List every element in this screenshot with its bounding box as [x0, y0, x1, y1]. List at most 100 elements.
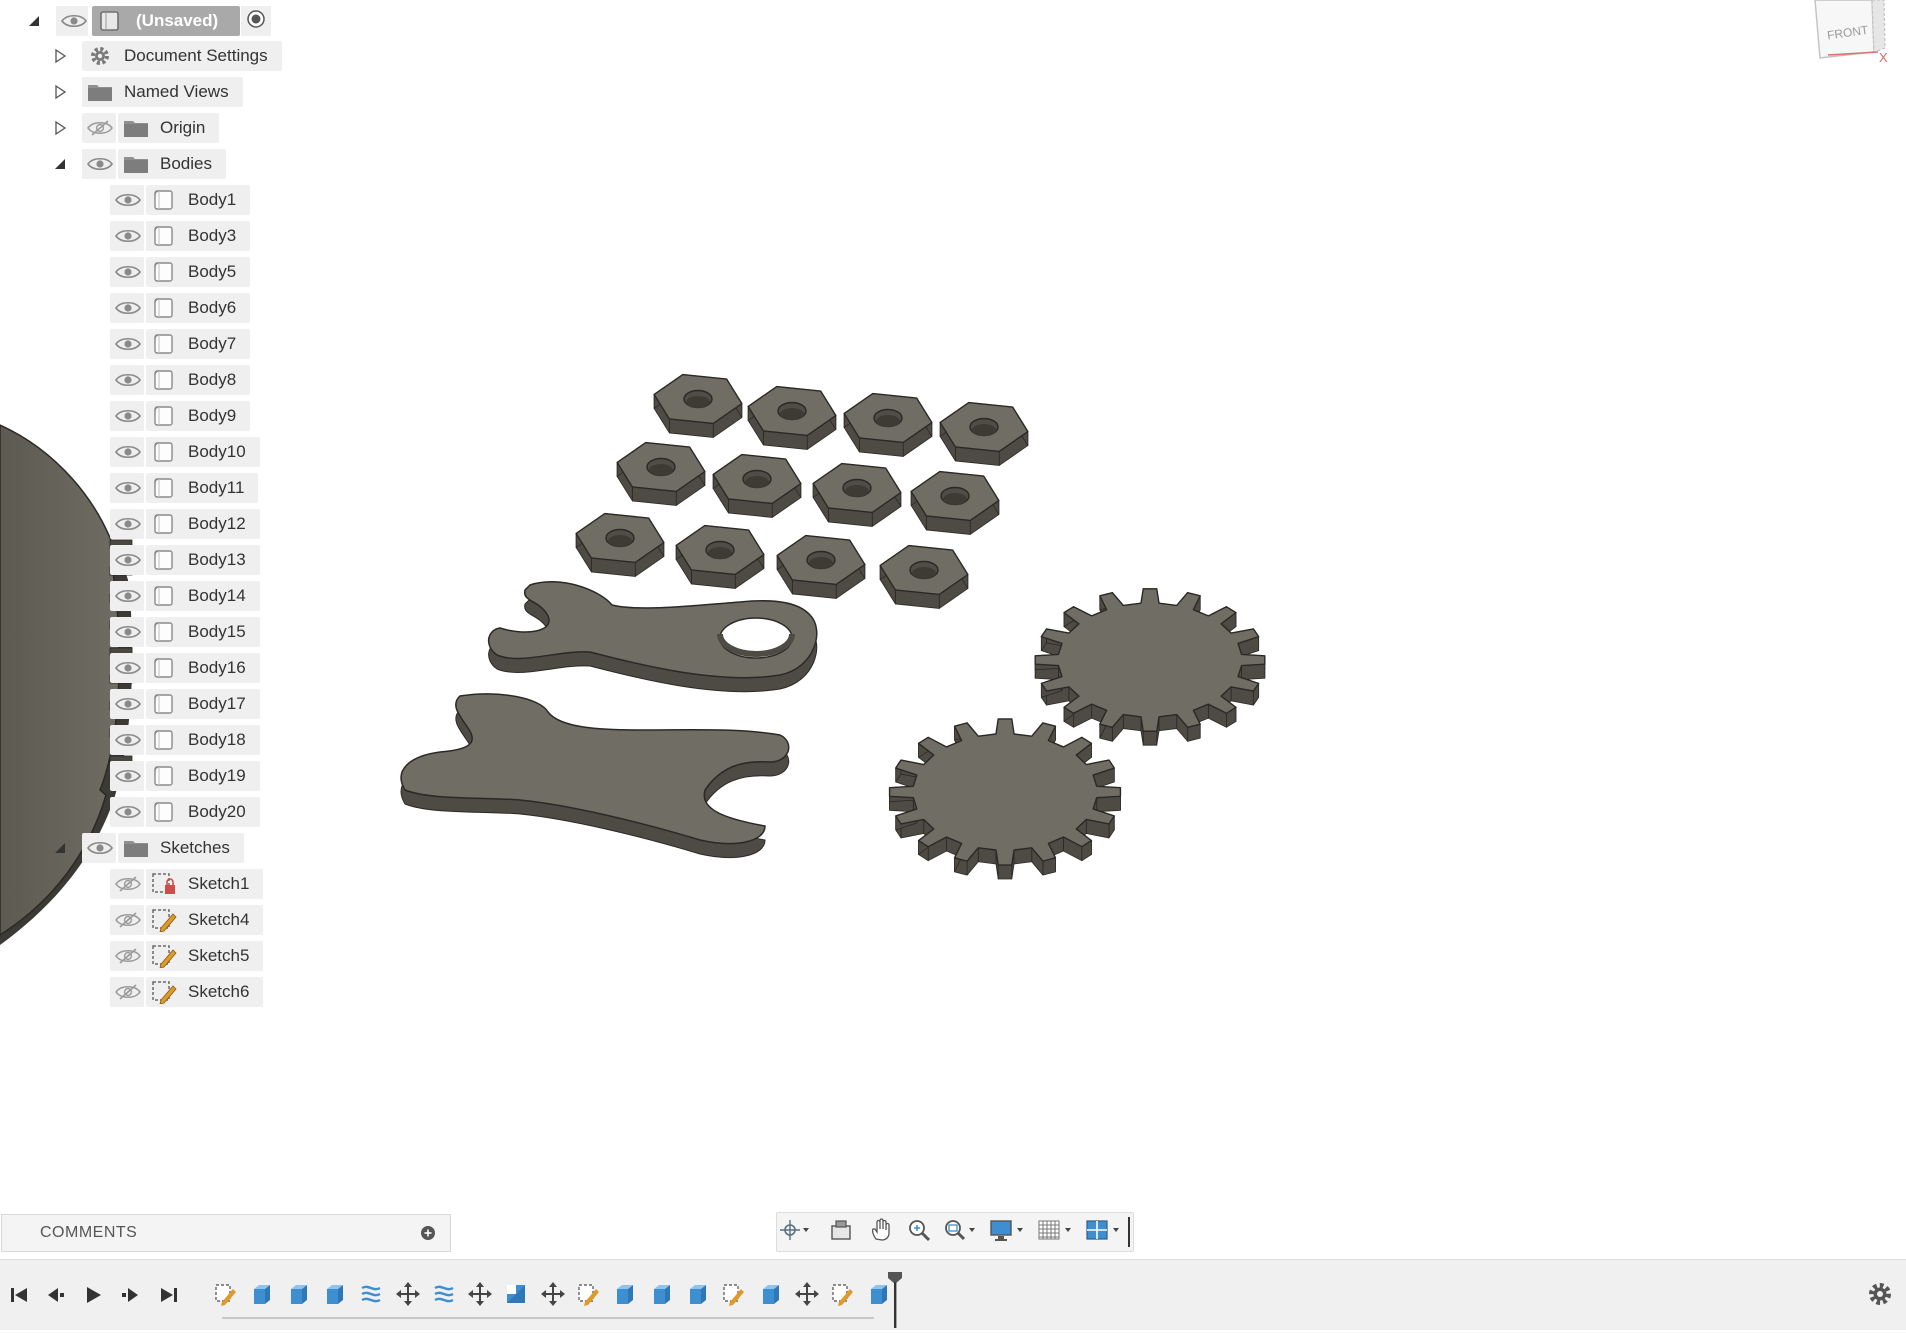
hex-nut[interactable] [575, 512, 665, 577]
folder-document-settings[interactable]: Document Settings [82, 41, 282, 71]
root-visibility-toggle[interactable] [56, 6, 88, 36]
timeline-feature-pattern[interactable] [430, 1282, 458, 1310]
body-item[interactable]: Body18 [146, 725, 260, 755]
body-visibility-toggle[interactable] [110, 797, 144, 827]
expand-toggle-sketches[interactable] [52, 840, 68, 856]
plus-circle-icon[interactable] [420, 1225, 436, 1241]
comments-panel[interactable]: COMMENTS [1, 1214, 451, 1252]
look-at-button[interactable] [829, 1219, 853, 1245]
folder-named-views[interactable]: Named Views [82, 77, 243, 107]
timeline-feature-extrude[interactable] [684, 1282, 712, 1310]
hex-nut[interactable] [712, 453, 802, 518]
expand-toggle-origin[interactable] [52, 120, 68, 136]
timeline-feature-extrude[interactable] [285, 1282, 313, 1310]
body-visibility-toggle[interactable] [110, 581, 144, 611]
folder-origin[interactable]: Origin [118, 113, 220, 143]
body-visibility-toggle[interactable] [110, 437, 144, 467]
body-visibility-toggle[interactable] [110, 689, 144, 719]
hex-nut[interactable] [776, 534, 866, 599]
hex-nut[interactable] [812, 462, 902, 527]
hex-nut[interactable] [910, 470, 1000, 535]
zoom-button[interactable] [907, 1219, 931, 1245]
skip-to-start-button[interactable] [6, 1284, 32, 1310]
hex-nut[interactable] [653, 373, 743, 438]
timeline-feature-move[interactable] [394, 1281, 422, 1310]
origin-visibility-toggle[interactable] [82, 113, 116, 143]
body-item[interactable]: Body1 [146, 185, 251, 215]
body-visibility-toggle[interactable] [110, 257, 144, 287]
view-cube[interactable]: FRONT X [1814, 0, 1888, 65]
expand-toggle-root[interactable] [26, 13, 42, 29]
root-component[interactable]: (Unsaved) [92, 6, 240, 36]
folder-bodies[interactable]: Bodies [118, 149, 226, 179]
body-visibility-toggle[interactable] [110, 329, 144, 359]
body-visibility-toggle[interactable] [110, 365, 144, 395]
sketch-visibility-toggle[interactable] [110, 869, 144, 899]
pan-button[interactable] [869, 1217, 893, 1245]
body-visibility-toggle[interactable] [110, 185, 144, 215]
body-visibility-toggle[interactable] [110, 293, 144, 323]
timeline-feature-sketch[interactable] [212, 1282, 240, 1310]
expand-toggle-document-settings[interactable] [52, 48, 68, 64]
skip-to-end-button[interactable] [156, 1284, 182, 1310]
timeline-feature-pattern[interactable] [357, 1282, 385, 1310]
play-button[interactable] [80, 1284, 106, 1310]
sketch-item[interactable]: Sketch5 [146, 941, 264, 971]
timeline-feature-extrude[interactable] [757, 1282, 785, 1310]
step-forward-button[interactable] [118, 1284, 144, 1310]
expand-toggle-named-views[interactable] [52, 84, 68, 100]
bodies-visibility-toggle[interactable] [82, 149, 116, 179]
body-item[interactable]: Body16 [146, 653, 260, 683]
body-item[interactable]: Body12 [146, 509, 260, 539]
timeline-feature-move[interactable] [793, 1281, 821, 1310]
timeline-feature-extrude[interactable] [648, 1282, 676, 1310]
timeline-feature-sketch[interactable] [720, 1282, 748, 1310]
body-item[interactable]: Body11 [146, 473, 259, 503]
sketch-item[interactable]: Sketch4 [146, 905, 264, 935]
grid-settings-button[interactable] [1037, 1219, 1073, 1245]
body-item[interactable]: Body10 [146, 437, 260, 467]
body-visibility-toggle[interactable] [110, 473, 144, 503]
timeline-feature-extrude[interactable] [321, 1282, 349, 1310]
orbit-button[interactable] [779, 1219, 809, 1245]
zoom-window-button[interactable] [943, 1219, 977, 1245]
sketch-visibility-toggle[interactable] [110, 977, 144, 1007]
body-visibility-toggle[interactable] [110, 221, 144, 251]
model-viewport[interactable]: FRONT X [0, 0, 1906, 1329]
step-back-button[interactable] [42, 1284, 68, 1310]
body-item[interactable]: Body5 [146, 257, 251, 287]
body-item[interactable]: Body3 [146, 221, 251, 251]
timeline-settings-button[interactable] [1866, 1282, 1894, 1310]
hex-nut[interactable] [616, 441, 706, 506]
hex-nut[interactable] [675, 524, 765, 589]
body-visibility-toggle[interactable] [110, 509, 144, 539]
sketch-visibility-toggle[interactable] [110, 905, 144, 935]
hex-nut[interactable] [747, 385, 837, 450]
body-visibility-toggle[interactable] [110, 401, 144, 431]
body-visibility-toggle[interactable] [110, 617, 144, 647]
expand-toggle-bodies[interactable] [52, 156, 68, 172]
sketch-item[interactable]: Sketch1 [146, 869, 264, 899]
body-visibility-toggle[interactable] [110, 653, 144, 683]
body-item[interactable]: Body20 [146, 797, 260, 827]
double-open-wrench[interactable] [400, 693, 790, 859]
body-visibility-toggle[interactable] [110, 725, 144, 755]
activate-radio-button[interactable] [241, 6, 271, 36]
display-settings-button[interactable] [989, 1219, 1025, 1245]
body-visibility-toggle[interactable] [110, 545, 144, 575]
ring-wrench[interactable] [488, 581, 818, 693]
body-item[interactable]: Body14 [146, 581, 260, 611]
body-item[interactable]: Body6 [146, 293, 251, 323]
body-item[interactable]: Body15 [146, 617, 260, 647]
large-plate[interactable] [0, 424, 133, 945]
body-item[interactable]: Body8 [146, 365, 251, 395]
timeline-feature-move[interactable] [466, 1281, 494, 1310]
timeline-feature-extrude[interactable] [248, 1282, 276, 1310]
viewports-button[interactable] [1085, 1219, 1121, 1245]
timeline-marker[interactable] [888, 1272, 902, 1328]
body-item[interactable]: Body7 [146, 329, 251, 359]
spur-gear[interactable] [1034, 588, 1266, 746]
folder-sketches[interactable]: Sketches [118, 833, 244, 863]
timeline-feature-sketch[interactable] [829, 1282, 857, 1310]
hex-nut[interactable] [939, 401, 1029, 466]
